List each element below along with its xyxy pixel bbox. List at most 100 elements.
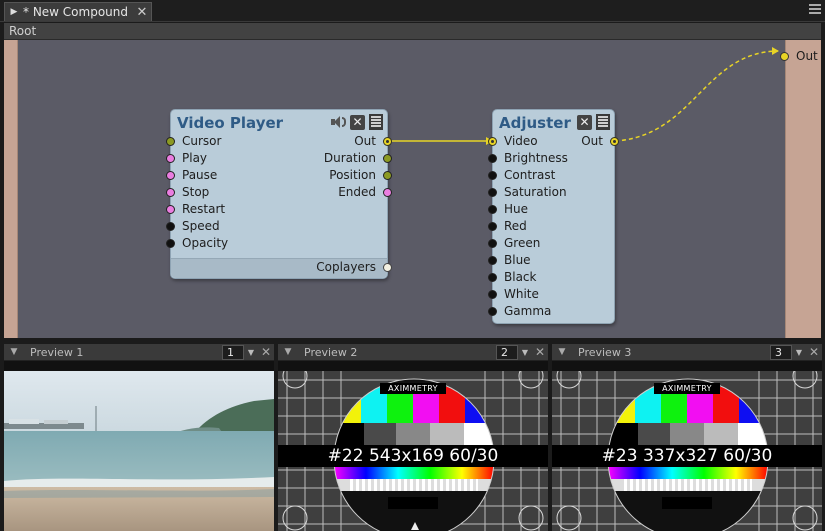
- breadcrumb[interactable]: Root: [4, 23, 821, 40]
- port-play[interactable]: Play: [166, 150, 208, 167]
- port-dot[interactable]: [488, 273, 497, 282]
- port-dot[interactable]: [488, 171, 497, 180]
- port-speed[interactable]: Speed: [166, 218, 220, 235]
- port-dot[interactable]: [488, 307, 497, 316]
- port-duration[interactable]: Duration: [324, 150, 392, 167]
- port-green[interactable]: Green: [488, 235, 540, 252]
- port-label: Gamma: [504, 304, 552, 318]
- port-label: Play: [182, 151, 208, 165]
- port-dot[interactable]: [383, 188, 392, 197]
- chevron-down-icon[interactable]: ▼: [518, 348, 532, 357]
- port-label: Opacity: [182, 236, 229, 250]
- port-ended[interactable]: Ended: [338, 184, 392, 201]
- port-label: Red: [504, 219, 527, 233]
- port-red[interactable]: Red: [488, 218, 527, 235]
- port-dot[interactable]: [488, 290, 497, 299]
- port-dot[interactable]: [383, 154, 392, 163]
- port-label: Restart: [182, 202, 226, 216]
- list-icon[interactable]: [369, 114, 383, 130]
- port-restart[interactable]: Restart: [166, 201, 226, 218]
- close-icon[interactable]: ✕: [806, 345, 822, 359]
- port-dot[interactable]: [488, 222, 497, 231]
- close-icon[interactable]: ✕: [258, 345, 274, 359]
- port-dot[interactable]: [166, 137, 175, 146]
- port-label: Saturation: [504, 185, 567, 199]
- preview-number-select[interactable]: 2: [496, 344, 518, 360]
- port-dot[interactable]: [383, 171, 392, 180]
- port-hue[interactable]: Hue: [488, 201, 529, 218]
- brand-label: AXIMMETRY: [380, 383, 446, 394]
- video-player-node[interactable]: Video Player ✕ Cursor Play Pause Stop Re…: [166, 109, 392, 279]
- port-position[interactable]: Position: [329, 167, 392, 184]
- port-label: Blue: [504, 253, 531, 267]
- preview-viewport[interactable]: [4, 371, 274, 531]
- port-saturation[interactable]: Saturation: [488, 184, 567, 201]
- port-dot[interactable]: [166, 171, 175, 180]
- port-dot[interactable]: [166, 222, 175, 231]
- chevron-down-icon[interactable]: ▼: [244, 348, 258, 357]
- port-dot[interactable]: [166, 188, 175, 197]
- preview-viewport[interactable]: AXIMMETRY #22 543x169 60/30: [278, 371, 548, 531]
- port-contrast[interactable]: Contrast: [488, 167, 555, 184]
- menu-icon[interactable]: [809, 4, 821, 16]
- preview-viewport[interactable]: AXIMMETRY #23 337x327 60/30: [552, 371, 822, 531]
- port-dot[interactable]: [610, 137, 619, 146]
- port-dot[interactable]: [488, 154, 497, 163]
- wire-adjuster-to-out[interactable]: [614, 50, 779, 142]
- port-out[interactable]: Out: [581, 133, 619, 150]
- port-dot[interactable]: [166, 239, 175, 248]
- port-white[interactable]: White: [488, 286, 539, 303]
- port-label: Hue: [504, 202, 529, 216]
- port-dot[interactable]: [488, 205, 497, 214]
- preview-title: Preview 2: [304, 345, 358, 359]
- flow-graph-canvas[interactable]: Out Video Player ✕ Cursor Play Pause Sto…: [4, 40, 821, 338]
- close-icon[interactable]: ✕: [577, 114, 592, 130]
- close-icon[interactable]: ✕: [133, 5, 151, 20]
- test-card-brand: AXIMMETRY: [278, 376, 548, 395]
- collapse-icon[interactable]: ▼: [4, 347, 24, 357]
- preview-title: Preview 3: [578, 345, 632, 359]
- port-brightness[interactable]: Brightness: [488, 150, 568, 167]
- tab-new-compound[interactable]: ▶ * New Compound ✕: [4, 2, 152, 21]
- preview-header: ▼ Preview 1 1 ▼ ✕: [4, 344, 274, 361]
- port-label: Brightness: [504, 151, 568, 165]
- preview-header: ▼ Preview 3 3 ▼ ✕: [552, 344, 822, 361]
- tab-arrow-icon[interactable]: ▶: [5, 7, 23, 17]
- close-icon[interactable]: ✕: [532, 345, 548, 359]
- speaker-icon[interactable]: [330, 115, 346, 129]
- port-label: Speed: [182, 219, 220, 233]
- port-cursor[interactable]: Cursor: [166, 133, 222, 150]
- port-dot[interactable]: [488, 188, 497, 197]
- port-dot[interactable]: [166, 154, 175, 163]
- port-dot[interactable]: [488, 239, 497, 248]
- port-stop[interactable]: Stop: [166, 184, 209, 201]
- port-dot[interactable]: [780, 52, 789, 61]
- preview-number-select[interactable]: 3: [770, 344, 792, 360]
- list-icon[interactable]: [596, 114, 610, 130]
- beach-video-frame: [4, 371, 274, 531]
- port-dot[interactable]: [383, 137, 392, 146]
- close-icon[interactable]: ✕: [350, 114, 365, 130]
- port-label: Cursor: [182, 134, 222, 148]
- compound-output-port[interactable]: Out: [780, 48, 818, 65]
- preview-number-select[interactable]: 1: [222, 344, 244, 360]
- port-dot[interactable]: [488, 137, 497, 146]
- port-out[interactable]: Out: [354, 133, 392, 150]
- chevron-down-icon[interactable]: ▼: [792, 348, 806, 357]
- port-pause[interactable]: Pause: [166, 167, 217, 184]
- port-black[interactable]: Black: [488, 269, 536, 286]
- port-dot[interactable]: [166, 205, 175, 214]
- collapse-icon[interactable]: ▼: [552, 347, 572, 357]
- port-dot[interactable]: [383, 263, 392, 272]
- collapse-icon[interactable]: ▼: [278, 347, 298, 357]
- port-blue[interactable]: Blue: [488, 252, 531, 269]
- adjuster-node[interactable]: Adjuster ✕ Video Brightness Contrast Sat…: [488, 109, 619, 324]
- node-title: Video Player: [177, 114, 284, 132]
- test-card-info: #22 543x169 60/30: [278, 445, 548, 467]
- port-video[interactable]: Video: [488, 133, 538, 150]
- port-opacity[interactable]: Opacity: [166, 235, 229, 252]
- port-gamma[interactable]: Gamma: [488, 303, 552, 320]
- app-window: ▶ * New Compound ✕ Root Out Video Player…: [0, 0, 825, 531]
- port-coplayers[interactable]: Coplayers: [316, 259, 392, 276]
- port-dot[interactable]: [488, 256, 497, 265]
